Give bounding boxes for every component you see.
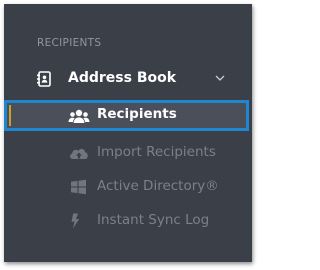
sidebar-item-label: Import Recipients [97, 144, 216, 160]
windows-icon [71, 179, 86, 195]
users-icon [68, 109, 90, 123]
address-book-icon [37, 71, 51, 87]
section-heading: RECIPIENTS [37, 37, 102, 49]
sidebar-item-label: Recipients [97, 106, 177, 122]
sidebar-item-label: Active Directory® [97, 178, 219, 194]
sidebar-item-label: Instant Sync Log [97, 212, 210, 228]
sidebar-panel: RECIPIENTS Address Book Recipients Impor… [4, 4, 252, 262]
address-book-label: Address Book [68, 70, 177, 86]
bolt-icon [71, 213, 80, 229]
sidebar-item-instant-sync-log[interactable]: Instant Sync Log [4, 206, 252, 236]
active-indicator [9, 105, 11, 126]
cloud-upload-icon [70, 148, 88, 159]
sidebar-item-active-directory[interactable]: Active Directory® [4, 172, 252, 202]
sidebar-item-recipients[interactable]: Recipients [4, 100, 249, 131]
sidebar-item-import-recipients[interactable]: Import Recipients [4, 138, 252, 168]
chevron-down-icon[interactable] [215, 74, 225, 82]
address-book-group-toggle[interactable]: Address Book [4, 62, 252, 96]
